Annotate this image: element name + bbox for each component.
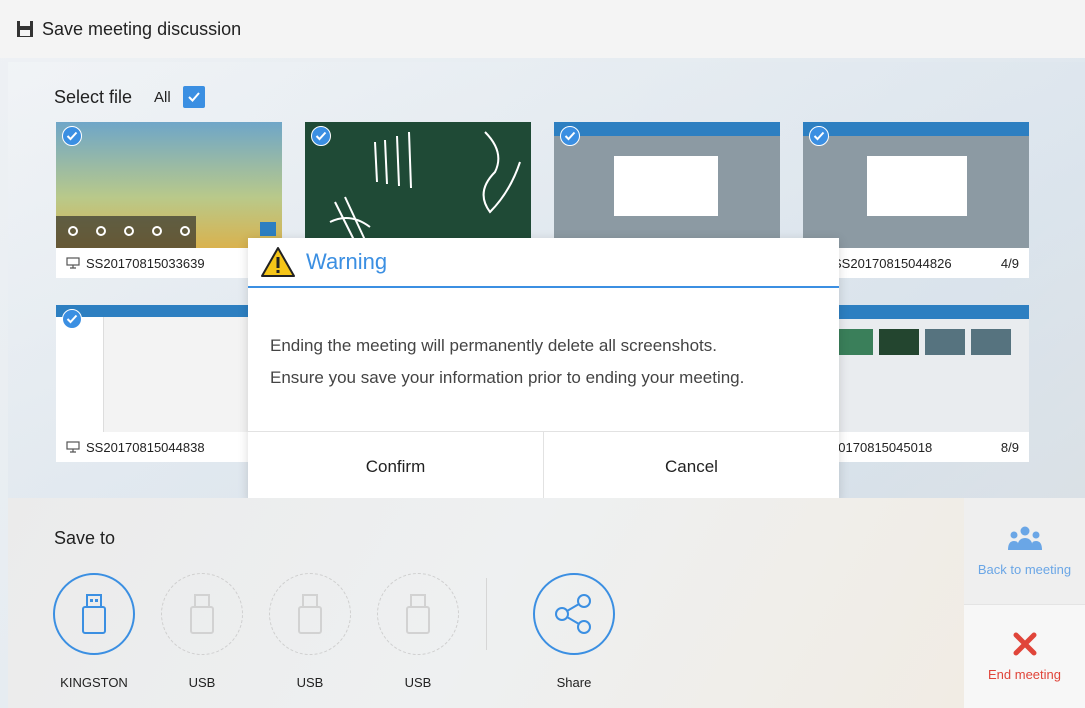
cancel-button[interactable]: Cancel (544, 432, 839, 501)
save-icon (17, 21, 33, 37)
check-icon (813, 131, 825, 141)
dialog-message: Ending the meeting will permanently dele… (248, 288, 839, 394)
thumbnail-name: SS20170815044838 (86, 439, 205, 455)
thumbnail-checkbox[interactable] (62, 309, 82, 329)
divider (486, 578, 487, 650)
screenshot-image (305, 122, 531, 248)
drive-label: USB (404, 675, 432, 690)
end-meeting-label: End meeting (988, 667, 1061, 682)
confirm-button[interactable]: Confirm (248, 432, 544, 501)
dialog-title: Warning (306, 249, 388, 274)
thumbnail-checkbox[interactable] (809, 126, 829, 146)
usb-drive-icon (298, 594, 322, 634)
select-all-checkbox[interactable] (182, 86, 205, 108)
check-icon (66, 131, 78, 141)
drive-label: USB (296, 675, 324, 690)
drive-usb-1[interactable]: USB (160, 573, 244, 690)
thumbnail-name: SS20170815033639 (86, 255, 205, 271)
dialog-header: Warning (248, 238, 839, 288)
check-icon (315, 131, 327, 141)
screenshot-image (803, 122, 1029, 248)
usb-drive-icon (190, 594, 214, 634)
thumbnail-name: SS20170815044826 (833, 255, 952, 271)
drive-circle (377, 573, 459, 655)
people-icon (1007, 526, 1042, 550)
thumbnail-page: 8/9 (1000, 439, 1019, 455)
end-meeting-button[interactable]: End meeting (964, 604, 1085, 708)
thumbnail-checkbox[interactable] (311, 126, 331, 146)
usb-drive-icon (82, 594, 106, 634)
drive-usb-3[interactable]: USB (376, 573, 460, 690)
drive-label: KINGSTON (60, 675, 128, 690)
share-button[interactable]: Share (532, 573, 616, 690)
check-icon (564, 131, 576, 141)
dialog-buttons: Confirm Cancel (248, 431, 839, 501)
screenshot-image (56, 122, 282, 248)
usb-drive-icon (406, 594, 430, 634)
monitor-icon (66, 441, 80, 453)
drive-label: USB (188, 675, 216, 690)
dialog-line-2: Ensure you save your information prior t… (270, 368, 745, 387)
back-to-meeting-button[interactable]: Back to meeting (964, 498, 1085, 604)
drive-circle (53, 573, 135, 655)
select-all-label: All (154, 88, 171, 106)
close-icon (1013, 632, 1036, 656)
select-file-label: Select file (54, 86, 133, 107)
drive-circle (269, 573, 351, 655)
thumbnail-checkbox[interactable] (62, 126, 82, 146)
warning-icon (261, 247, 295, 277)
share-circle (533, 573, 615, 655)
check-icon (66, 314, 78, 324)
drive-circle (161, 573, 243, 655)
save-to-label: Save to (54, 528, 116, 548)
thumbnail-checkbox[interactable] (560, 126, 580, 146)
dialog-line-1: Ending the meeting will permanently dele… (270, 336, 717, 355)
screenshot-image (554, 122, 780, 248)
thumbnail-2[interactable] (305, 122, 531, 248)
monitor-icon (66, 257, 80, 269)
share-label: Share (556, 675, 592, 690)
warning-dialog: Warning Ending the meeting will permanen… (248, 238, 839, 501)
thumbnail-3[interactable] (554, 122, 780, 248)
share-icon (555, 594, 591, 634)
page-title: Save meeting discussion (42, 18, 242, 39)
select-row: Select file All (54, 86, 205, 108)
drive-kingston[interactable]: KINGSTON (52, 573, 136, 690)
header-bar: Save meeting discussion (0, 0, 1085, 58)
drive-usb-2[interactable]: USB (268, 573, 352, 690)
check-icon (188, 92, 200, 102)
thumbnail-page: 4/9 (1000, 255, 1019, 271)
back-to-meeting-label: Back to meeting (977, 561, 1072, 577)
